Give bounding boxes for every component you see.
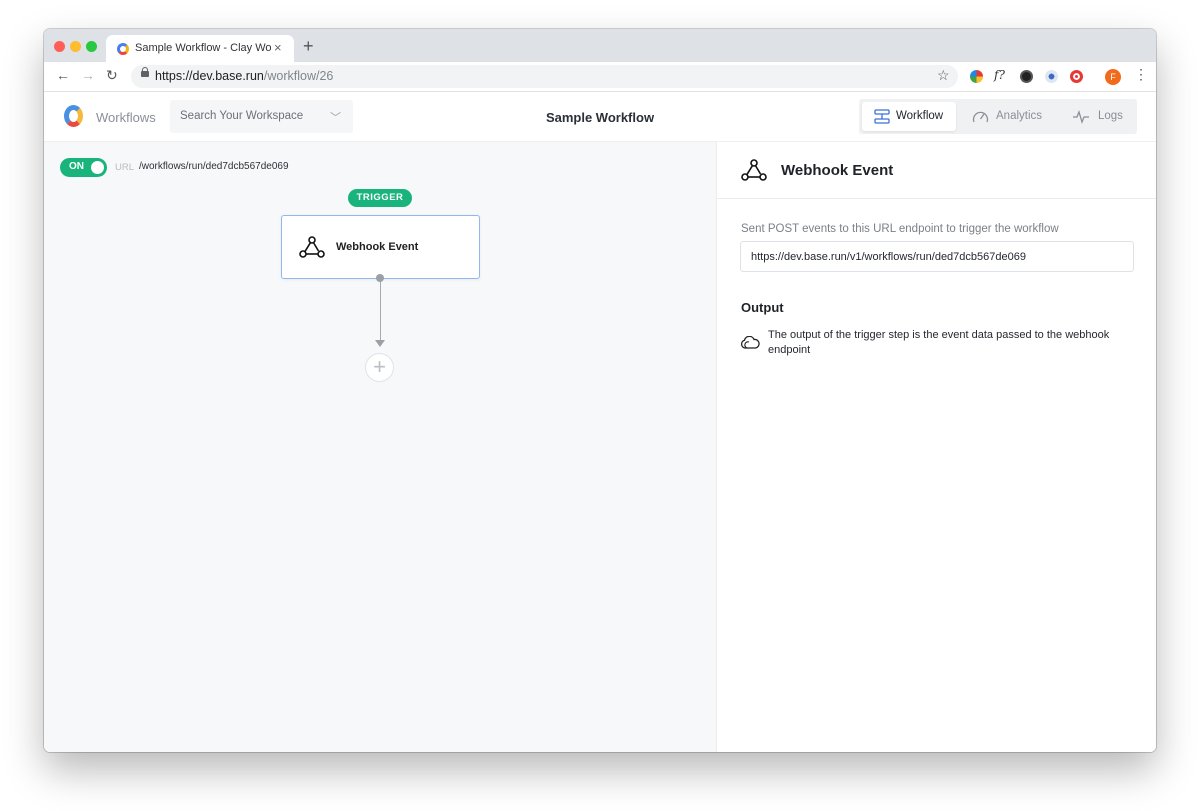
workflow-canvas[interactable]: ON URL /workflows/run/ded7dcb567de069 TR… — [44, 142, 716, 752]
webhook-event-step-card[interactable]: Webhook Event — [281, 215, 480, 279]
tab-close-icon[interactable]: × — [274, 40, 282, 55]
connector-line — [379, 281, 381, 341]
tab-logs-label: Logs — [1098, 110, 1123, 122]
webhook-icon — [299, 236, 325, 258]
panel-title: Webhook Event — [781, 162, 894, 179]
address-url: https://dev.base.run/workflow/26 — [155, 69, 333, 83]
cloud-icon — [740, 336, 760, 349]
camera-extension-icon[interactable] — [1020, 70, 1033, 83]
url-label: URL — [115, 162, 135, 173]
maximize-window-button[interactable] — [86, 41, 97, 52]
endpoint-url-value: https://dev.base.run/v1/workflows/run/de… — [751, 251, 1026, 263]
tab-analytics[interactable]: Analytics — [960, 102, 1056, 131]
tab-workflow[interactable]: Workflow — [862, 102, 956, 131]
browser-window: Sample Workflow - Clay Workflows × + ← →… — [44, 29, 1156, 752]
endpoint-url-field[interactable]: https://dev.base.run/v1/workflows/run/de… — [740, 241, 1134, 272]
tab-workflow-label: Workflow — [896, 110, 944, 122]
minimize-window-button[interactable] — [70, 41, 81, 52]
output-heading: Output — [741, 300, 784, 315]
opera-extension-icon[interactable] — [1070, 70, 1083, 83]
view-tabs: Workflow Analytics Logs — [859, 99, 1137, 134]
step-card-title: Webhook Event — [336, 241, 419, 253]
bookmark-star-icon[interactable]: ☆ — [937, 67, 950, 84]
workflow-on-toggle[interactable]: ON — [60, 158, 107, 177]
panel-header: Webhook Event — [717, 142, 1156, 199]
workflow-icon — [874, 109, 890, 124]
forward-button[interactable]: → — [81, 67, 95, 83]
favicon-icon — [117, 43, 129, 55]
tab-analytics-label: Analytics — [996, 110, 1043, 122]
pulse-icon — [1073, 110, 1089, 124]
eye-extension-icon[interactable] — [1045, 70, 1058, 83]
add-step-button[interactable]: + — [365, 353, 394, 382]
browser-tab[interactable]: Sample Workflow - Clay Workflows × — [106, 35, 294, 62]
toggle-knob — [91, 161, 104, 174]
connector-arrow-icon — [375, 340, 385, 347]
new-tab-button[interactable]: + — [303, 36, 314, 57]
url-host: https://dev.base.run — [155, 69, 264, 83]
profile-avatar[interactable]: F — [1105, 69, 1121, 85]
toggle-label: ON — [69, 161, 84, 172]
browser-menu-icon[interactable]: ⋮ — [1134, 66, 1148, 83]
workflow-url: /workflows/run/ded7dcb567de069 — [139, 161, 289, 172]
address-bar[interactable]: https://dev.base.run/workflow/26 ☆ — [131, 65, 958, 88]
webhook-icon — [741, 159, 767, 181]
tab-logs[interactable]: Logs — [1060, 102, 1134, 131]
reload-button[interactable]: ↻ — [106, 67, 118, 84]
trigger-badge: TRIGGER — [348, 189, 412, 207]
tab-title: Sample Workflow - Clay Workflows — [135, 42, 271, 54]
close-window-button[interactable] — [54, 41, 65, 52]
tab-strip: Sample Workflow - Clay Workflows × + — [44, 29, 1156, 62]
step-details-panel: Webhook Event Sent POST events to this U… — [716, 142, 1156, 752]
browser-toolbar: ← → ↻ https://dev.base.run/workflow/26 ☆… — [44, 62, 1156, 92]
lock-icon — [141, 67, 149, 77]
back-button[interactable]: ← — [56, 67, 70, 83]
output-description: The output of the trigger step is the ev… — [768, 329, 1110, 356]
function-extension-icon[interactable]: f? — [994, 68, 1005, 82]
url-path: /workflow/26 — [263, 69, 334, 83]
endpoint-description: Sent POST events to this URL endpoint to… — [741, 223, 1059, 235]
gauge-icon — [972, 111, 989, 123]
app-header: Workflows Search Your Workspace ﹀ Sample… — [44, 92, 1156, 142]
color-picker-extension-icon[interactable] — [970, 70, 983, 83]
